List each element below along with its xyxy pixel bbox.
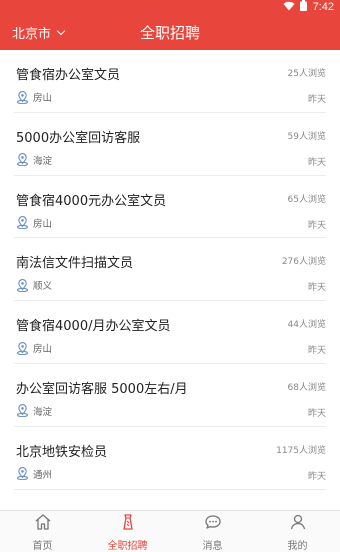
tab-label: 消息 [202,540,223,552]
post-date: 昨天 [307,408,326,419]
job-location: 海淀 [16,153,52,167]
post-date: 昨天 [307,220,326,231]
tab-mine[interactable]: 我的 [255,511,340,552]
post-date: 昨天 [307,157,326,168]
header: 北京市 全职招聘 [0,14,340,50]
job-title: 5000办公室回访客服 [16,130,141,146]
job-item[interactable]: 北京地铁安检员 1175人浏览 通州 昨天 [14,427,326,490]
location-label: 通州 [33,469,53,481]
location-pin-icon [16,278,29,292]
view-count: 65人浏览 [287,194,326,205]
status-time: 7:42 [312,1,334,13]
job-item[interactable]: 南法信文件扫描文员 276人浏览 顺义 昨天 [14,238,326,302]
tab-fulltime-jobs[interactable]: 全职招聘 [85,511,170,552]
location-label: 房山 [33,344,53,356]
tab-label: 全职招聘 [107,540,148,552]
post-date: 昨天 [307,283,326,294]
job-location: 房山 [16,216,52,230]
job-location: 房山 [16,90,52,104]
location-pin-icon [16,90,29,104]
tab-home[interactable]: 首页 [0,511,85,552]
view-count: 25人浏览 [287,69,326,79]
location-pin-icon [16,216,29,230]
view-count: 276人浏览 [281,257,326,268]
location-pin-icon [16,153,29,167]
location-label: 房山 [33,218,53,230]
tab-label: 我的 [287,540,308,552]
job-location: 通州 [16,467,52,481]
job-item[interactable]: 5000办公室回访客服 59人浏览 海淀 昨天 [14,113,326,176]
location-pin-icon [16,404,29,418]
job-location: 房山 [16,341,52,355]
job-item[interactable]: 办公室回访客服 5000左右/月 68人浏览 海淀 昨天 [14,364,326,427]
location-label: 顺义 [33,281,53,293]
tab-messages[interactable]: 消息 [170,511,255,552]
view-count: 1175人浏览 [276,445,326,456]
home-icon [33,512,53,535]
job-item[interactable]: 管食宿4000元办公室文员 65人浏览 房山 昨天 [14,176,326,239]
post-date: 昨天 [307,346,326,357]
location-pin-icon [16,467,29,481]
location-label: 房山 [33,93,53,104]
view-count: 44人浏览 [287,320,326,331]
job-title: 南法信文件扫描文员 [16,256,134,272]
battery-icon [299,0,307,14]
job-item[interactable]: 管食宿4000/月办公室文员 44人浏览 房山 昨天 [14,301,326,364]
view-count: 59人浏览 [287,131,326,142]
job-list: 管食宿办公室文员 25人浏览 房山 昨天 5000办公室回访客服 59人浏览 海… [0,50,340,510]
city-label: 北京市 [12,26,52,42]
view-count: 68人浏览 [287,382,326,393]
user-icon [288,512,308,535]
status-bar: 7:42 [0,0,340,14]
location-label: 海淀 [33,155,53,167]
chat-icon [203,512,223,535]
chevron-down-icon [56,26,66,35]
job-location: 顺义 [16,278,52,292]
shirt-icon [118,512,138,535]
wifi-icon [283,1,295,14]
location-label: 海淀 [33,406,53,418]
job-title: 北京地铁安检员 [16,444,108,460]
post-date: 昨天 [307,471,326,482]
city-selector[interactable]: 北京市 [12,14,66,50]
job-location: 海淀 [16,404,52,418]
job-title: 管食宿办公室文员 [16,68,121,83]
job-title: 办公室回访客服 5000左右/月 [16,381,188,397]
job-title: 管食宿4000元办公室文员 [16,193,167,209]
job-title: 管食宿4000/月办公室文员 [16,319,171,335]
tab-bar: 首页 全职招聘 消息 我的 [0,510,340,552]
tab-label: 首页 [32,540,53,552]
post-date: 昨天 [307,95,326,105]
location-pin-icon [16,341,29,355]
job-item[interactable]: 管食宿办公室文员 25人浏览 房山 昨天 [14,50,326,113]
